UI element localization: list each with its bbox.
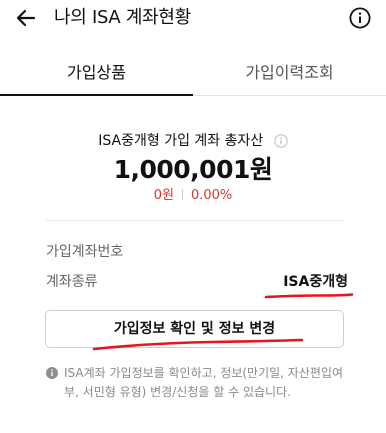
- info-icon[interactable]: [274, 134, 288, 148]
- account-type-label: 계좌종류: [46, 274, 98, 290]
- notice-text: ISA계좌 가입정보를 확인하고, 정보(만기일, 자산편입여부, 서민형 유형…: [64, 366, 343, 399]
- section-divider: [46, 220, 344, 221]
- change-amount: 0원: [153, 188, 174, 203]
- account-type-value: ISA중개형: [283, 274, 348, 290]
- info-filled-icon: [46, 367, 58, 379]
- view-and-edit-info-button[interactable]: 가입정보 확인 및 정보 변경: [45, 310, 344, 348]
- change-separator: [181, 189, 183, 200]
- info-circle-icon: [349, 7, 371, 29]
- tab-subscribed-products[interactable]: 가입상품: [0, 50, 193, 96]
- arrow-left-icon: [16, 9, 36, 27]
- back-button[interactable]: [14, 6, 38, 30]
- tab-bar: 가입상품 가입이력조회: [0, 50, 386, 96]
- total-assets-label-row: ISA중개형 가입 계좌 총자산: [0, 131, 386, 151]
- account-number-label: 가입계좌번호: [46, 244, 124, 260]
- tab-subscription-history[interactable]: 가입이력조회: [193, 50, 386, 96]
- active-tab-indicator: [0, 94, 193, 96]
- page-title: 나의 ISA 계좌현황: [54, 7, 191, 28]
- app-header: 나의 ISA 계좌현황: [0, 0, 386, 38]
- total-assets-label: ISA중개형 가입 계좌 총자산: [98, 133, 264, 149]
- red-annotation-underline: [264, 293, 354, 299]
- profit-change-row: 0원 0.00%: [0, 187, 386, 205]
- info-button[interactable]: [349, 7, 371, 29]
- change-rate: 0.00%: [190, 188, 233, 203]
- total-assets-amount: 1,000,001원: [113, 155, 273, 184]
